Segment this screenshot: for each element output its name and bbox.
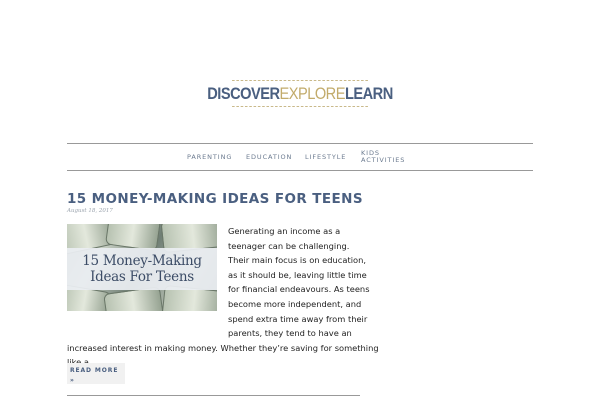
nav-item-parenting[interactable]: PARENTING [187, 144, 232, 170]
chevron-right-icon: » [70, 377, 75, 384]
excerpt-line: become more independent, and [228, 299, 362, 309]
nav-kids-line2: ACTIVITIES [361, 156, 406, 164]
thumbnail-title-band: 15 Money-Making Ideas For Teens [67, 248, 217, 290]
excerpt-line: for financial endeavours. As teens [228, 284, 370, 295]
logo-learn: LEARN [344, 83, 393, 103]
thumbnail-text-line1: 15 Money-Making [82, 253, 202, 269]
read-more-label: READ MORE [70, 367, 119, 374]
post-date: August 18, 2017 [67, 208, 113, 214]
logo-explore: EXPLORE [279, 83, 345, 103]
logo-discover: DISCOVER [207, 83, 280, 103]
excerpt-line: Their main focus is on education, [228, 255, 366, 266]
excerpt-line: spend extra time away from their [228, 313, 368, 324]
main-nav: PARENTING EDUCATION LIFESTYLE KIDS ACTIV… [67, 143, 533, 171]
nav-item-kids-activities[interactable]: KIDS ACTIVITIES [361, 144, 405, 170]
site-logo[interactable]: DISCOVER EXPLORE LEARN [207, 80, 393, 107]
excerpt-line: as it should be, leaving little time [228, 269, 367, 280]
excerpt-line: parents, they tend to have an [228, 328, 352, 339]
post-thumbnail[interactable]: 15 Money-Making Ideas For Teens [67, 224, 217, 311]
nav-item-education[interactable]: EDUCATION [246, 144, 292, 170]
excerpt-line: teenager can be challenging. [228, 240, 350, 251]
thumbnail-text-line2: Ideas For Teens [90, 269, 194, 285]
post-divider [67, 395, 360, 396]
nav-item-lifestyle[interactable]: LIFESTYLE [305, 144, 346, 170]
post-title-link[interactable]: 15 MONEY-MAKING IDEAS FOR TEENS [67, 191, 363, 207]
excerpt-line: Generating an income as a [228, 226, 341, 236]
excerpt-line: increased interest in making money. Whet… [67, 342, 379, 353]
read-more-button[interactable]: READ MORE » [67, 363, 125, 384]
